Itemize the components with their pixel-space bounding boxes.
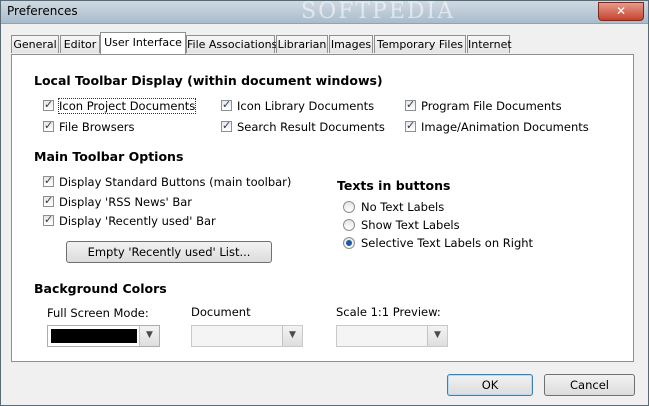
tab-internet[interactable]: Internet — [467, 35, 512, 53]
checkbox-icon — [43, 174, 54, 187]
texts-in-buttons-heading: Texts in buttons — [337, 178, 451, 193]
radio-icon — [343, 219, 355, 231]
tab-librarian[interactable]: Librarian — [276, 35, 328, 53]
preferences-dialog: Preferences SOFTPEDIA ✕ General Editor U… — [0, 0, 649, 406]
checkbox-icon — [221, 98, 232, 111]
watermark: SOFTPEDIA — [301, 0, 456, 24]
checkbox-label: Icon Project Documents — [57, 98, 197, 114]
checkbox-label: Program File Documents — [421, 99, 562, 113]
main-toolbar-heading: Main Toolbar Options — [34, 149, 184, 164]
checkbox-icon — [405, 98, 416, 111]
title-bar[interactable]: Preferences SOFTPEDIA ✕ — [1, 0, 648, 24]
chevron-down-icon[interactable]: ▼ — [139, 326, 159, 346]
cancel-button[interactable]: Cancel — [544, 374, 635, 396]
background-colors-heading: Background Colors — [34, 281, 167, 296]
radio-icon — [343, 201, 355, 213]
tab-editor[interactable]: Editor — [60, 35, 100, 53]
checkbox-icon — [43, 119, 54, 132]
document-color-select[interactable]: ▼ — [191, 325, 303, 347]
checkbox-icon — [43, 98, 54, 111]
user-interface-panel: Local Toolbar Display (within document w… — [11, 54, 634, 362]
radio-label: Show Text Labels — [361, 218, 460, 232]
checkbox-label: File Browsers — [59, 120, 135, 134]
empty-recently-used-button[interactable]: Empty 'Recently used' List... — [66, 241, 272, 263]
checkbox-icon — [43, 194, 54, 207]
tab-images[interactable]: Images — [329, 35, 373, 53]
full-screen-mode-label: Full Screen Mode: — [47, 306, 149, 320]
full-screen-color-select[interactable]: ▼ — [47, 325, 160, 347]
tab-user-interface[interactable]: User Interface — [100, 32, 186, 54]
scale-preview-label: Scale 1:1 Preview: — [336, 305, 441, 319]
radio-icon — [343, 237, 355, 249]
scale-preview-color-select[interactable]: ▼ — [336, 325, 448, 347]
chevron-down-icon[interactable]: ▼ — [282, 326, 302, 346]
tab-general[interactable]: General — [11, 35, 59, 53]
color-swatch — [51, 329, 137, 343]
checkbox-label: Display Standard Buttons (main toolbar) — [59, 175, 292, 189]
ok-button[interactable]: OK — [447, 374, 533, 396]
checkbox-icon — [221, 119, 232, 132]
checkbox-label: Icon Library Documents — [237, 99, 375, 113]
local-toolbar-heading: Local Toolbar Display (within document w… — [34, 73, 383, 88]
radio-label: No Text Labels — [361, 200, 445, 214]
checkbox-label: Image/Animation Documents — [421, 120, 589, 134]
tab-temporary-files[interactable]: Temporary Files — [374, 35, 466, 53]
checkbox-icon — [405, 119, 416, 132]
chevron-down-icon[interactable]: ▼ — [427, 326, 447, 346]
tab-file-associations[interactable]: File Associations — [186, 35, 277, 53]
document-label: Document — [191, 305, 251, 319]
checkbox-label: Display 'Recently used' Bar — [59, 214, 216, 228]
radio-label: Selective Text Labels on Right — [361, 236, 534, 250]
checkbox-label: Display 'RSS News' Bar — [59, 195, 193, 209]
window-title: Preferences — [7, 4, 78, 18]
close-button[interactable]: ✕ — [598, 2, 644, 21]
checkbox-label: Search Result Documents — [237, 120, 385, 134]
close-icon: ✕ — [615, 4, 627, 18]
checkbox-icon — [43, 213, 54, 226]
